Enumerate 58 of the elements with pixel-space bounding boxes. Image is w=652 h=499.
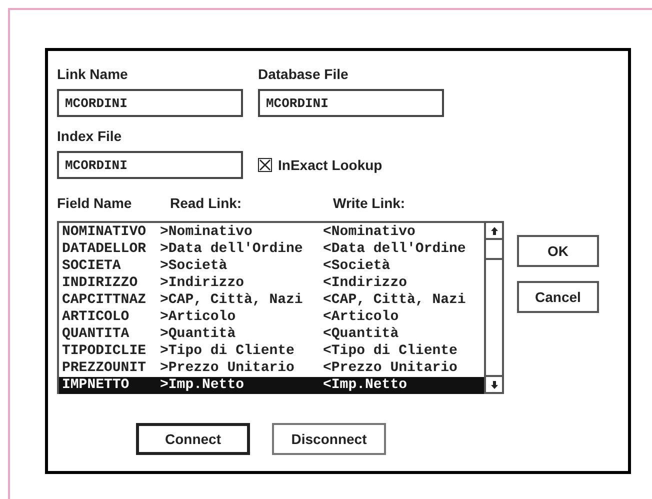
write-link: <Indirizzo [323, 275, 408, 292]
read-link: >Articolo [160, 309, 237, 326]
write-link: <Nominativo [323, 224, 416, 241]
list-row[interactable]: PREZZOUNIT >Prezzo Unitario <Prezzo Unitario [59, 360, 484, 377]
write-link: <Articolo [323, 309, 399, 326]
field-name: ARTICOLO [61, 309, 130, 326]
field-name: CAPCITTNAZ [61, 292, 148, 309]
scrollbar[interactable] [484, 223, 502, 392]
dialog-button[interactable]: OK [517, 235, 599, 267]
list-row[interactable]: SOCIETA >Società <Società [59, 258, 484, 275]
list-row[interactable]: INDIRIZZO >Indirizzo <Indirizzo [59, 275, 484, 292]
read-link: >Data dell'Ordine [160, 241, 304, 258]
read-link: >Indirizzo [160, 275, 246, 292]
read-link: >Imp.Netto [160, 377, 246, 394]
read-link: >Nominativo [160, 224, 254, 241]
field-label: Link Name [57, 65, 129, 83]
text-field[interactable]: MCORDINI [258, 89, 444, 117]
list-row[interactable]: IMPNETTO >Imp.Netto <Imp.Netto [59, 377, 484, 394]
list-row[interactable]: CAPCITTNAZ >CAP, Città, Nazi <CAP, Città, Nazi [59, 292, 484, 309]
up-arrow-icon [490, 226, 498, 234]
write-link: <Quantità [323, 326, 399, 343]
field-name: QUANTITA [61, 326, 130, 343]
field-name: DATADELLOR [61, 241, 148, 258]
write-link: <Prezzo Unitario [323, 360, 458, 377]
dialog-button[interactable]: Cancel [517, 281, 599, 313]
read-link: >CAP, Città, Nazi [160, 292, 304, 309]
checkbox[interactable] [258, 158, 272, 172]
column-header: Write Link: [333, 194, 406, 211]
write-link: <CAP, Città, Nazi [323, 292, 466, 309]
field-label: Index File [57, 127, 123, 145]
field-name: NOMINATIVO [61, 224, 148, 241]
dialog-button[interactable]: Connect [136, 423, 250, 455]
write-link: <Data dell'Ordine [323, 241, 466, 258]
field-label: Database File [258, 65, 350, 83]
field-name: TIPODICLIE [61, 343, 148, 360]
column-header: Read Link: [170, 194, 243, 211]
list-row[interactable]: DATADELLOR >Data dell'Ordine <Data dell'Ordine [59, 241, 484, 258]
dialog-button[interactable]: Disconnect [272, 423, 386, 455]
field-name: SOCIETA [61, 258, 122, 275]
write-link: <Imp.Netto [323, 377, 408, 394]
field-name: INDIRIZZO [61, 275, 139, 292]
checkbox-label: InExact Lookup [278, 156, 382, 175]
list-row[interactable]: ARTICOLO >Articolo <Articolo [59, 309, 484, 326]
column-header: Field Name [57, 194, 133, 211]
list-row[interactable]: TIPODICLIE >Tipo di Cliente <Tipo di Cliente [59, 343, 484, 360]
read-link: >Prezzo Unitario [160, 360, 296, 377]
down-arrow-icon [490, 380, 498, 388]
field-name: IMPNETTO [61, 377, 130, 394]
field-name: PREZZOUNIT [61, 360, 148, 377]
read-link: >Società [160, 258, 228, 275]
write-link: <Tipo di Cliente [323, 343, 458, 360]
read-link: >Quantità [160, 326, 237, 343]
list-row[interactable]: NOMINATIVO >Nominativo <Nominativo [59, 224, 484, 241]
text-field[interactable]: MCORDINI [57, 89, 243, 117]
write-link: <Società [323, 258, 390, 275]
list-row[interactable]: QUANTITA >Quantità <Quantità [59, 326, 484, 343]
text-field[interactable]: MCORDINI [57, 151, 243, 179]
read-link: >Tipo di Cliente [160, 343, 296, 360]
